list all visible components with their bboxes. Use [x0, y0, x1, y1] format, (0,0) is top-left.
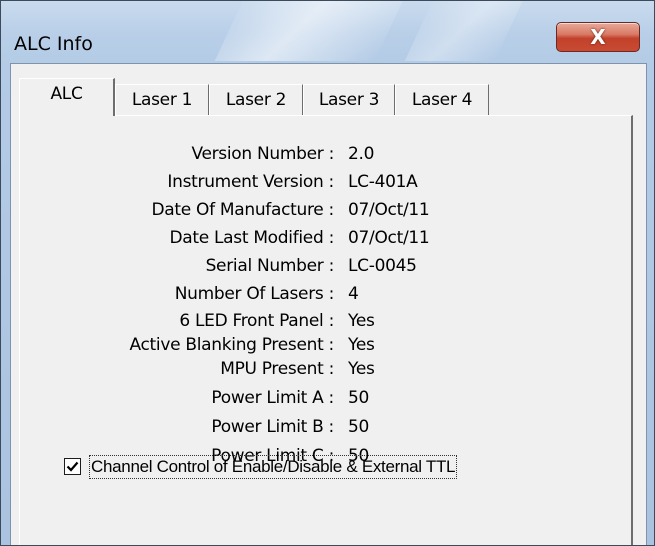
channel-control-label[interactable]: Channel Control of Enable/Disable & Exte…	[89, 455, 458, 479]
info-label: Power Limit B :	[211, 417, 334, 437]
title-bar[interactable]: ALC Info X	[1, 1, 654, 61]
tab-laser-4-label: Laser 4	[411, 90, 473, 110]
window-title: ALC Info	[14, 33, 93, 55]
info-value: 2.0	[348, 144, 375, 164]
info-value: LC-0045	[348, 256, 417, 276]
info-value: 50	[348, 417, 370, 437]
info-label: Number Of Lasers :	[174, 284, 335, 304]
info-label: Instrument Version :	[167, 172, 334, 192]
info-value: Yes	[348, 335, 375, 355]
info-value: 50	[348, 388, 370, 408]
tab-laser-4[interactable]: Laser 4	[395, 84, 489, 115]
info-row-serial-number: Serial Number : LC-0045	[20, 256, 620, 280]
tab-laser-1[interactable]: Laser 1	[115, 84, 209, 115]
info-row-version-number: Version Number : 2.0	[20, 144, 620, 168]
info-label: Date Last Modified :	[169, 228, 334, 248]
alc-tab-panel: Version Number : 2.0 Instrument Version …	[19, 115, 633, 545]
info-label: Date Of Manufacture :	[151, 200, 334, 220]
info-value: LC-401A	[348, 172, 418, 192]
tab-laser-3-label: Laser 3	[318, 90, 380, 110]
info-value: Yes	[348, 359, 375, 379]
close-icon: X	[590, 25, 606, 49]
info-label: Version Number :	[191, 144, 334, 164]
info-row-mpu-present: MPU Present : Yes	[20, 359, 620, 383]
tab-laser-3[interactable]: Laser 3	[303, 84, 395, 115]
tab-laser-2-label: Laser 2	[225, 90, 287, 110]
alc-info-window: ALC Info X ALC Laser 1 Laser 2 Laser 3 L…	[0, 0, 655, 546]
info-label: Serial Number :	[205, 256, 335, 276]
info-row-power-limit-b: Power Limit B : 50	[20, 417, 620, 441]
info-label: Power Limit A :	[211, 388, 334, 408]
tab-alc-label: ALC	[50, 84, 83, 104]
info-row-power-limit-a: Power Limit A : 50	[20, 388, 620, 412]
close-button[interactable]: X	[556, 22, 640, 52]
info-row-active-blanking-present: Active Blanking Present : Yes	[20, 335, 620, 359]
info-label: Active Blanking Present :	[129, 335, 334, 355]
info-row-6-led-front-panel: 6 LED Front Panel : Yes	[20, 311, 620, 335]
info-value: 4	[348, 284, 359, 304]
tab-laser-1-label: Laser 1	[131, 90, 193, 110]
tab-laser-2[interactable]: Laser 2	[209, 84, 303, 115]
info-value: 07/Oct/11	[348, 228, 430, 248]
info-row-date-last-modified: Date Last Modified : 07/Oct/11	[20, 228, 620, 252]
info-row-number-of-lasers: Number Of Lasers : 4	[20, 284, 620, 308]
info-label: MPU Present :	[220, 359, 334, 379]
info-value: Yes	[348, 311, 375, 331]
info-value: 07/Oct/11	[348, 200, 430, 220]
check-icon	[66, 461, 79, 472]
channel-control-checkbox[interactable]	[64, 458, 81, 475]
info-row-instrument-version: Instrument Version : LC-401A	[20, 172, 620, 196]
info-label: 6 LED Front Panel :	[179, 311, 334, 331]
info-row-date-of-manufacture: Date Of Manufacture : 07/Oct/11	[20, 200, 620, 224]
tab-alc[interactable]: ALC	[19, 78, 115, 116]
